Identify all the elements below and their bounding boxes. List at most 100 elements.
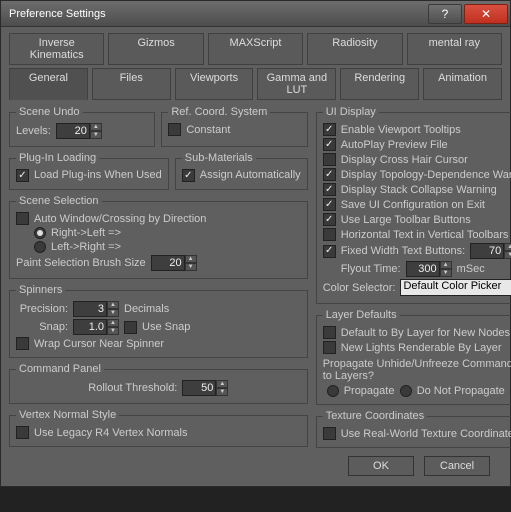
tab-maxscript[interactable]: MAXScript bbox=[208, 33, 303, 65]
flyout-input[interactable] bbox=[406, 261, 440, 277]
cancel-button[interactable]: Cancel bbox=[424, 456, 490, 476]
decimals-label: Decimals bbox=[124, 303, 169, 315]
rollout-label: Rollout Threshold: bbox=[88, 382, 177, 394]
legend-scene-undo: Scene Undo bbox=[16, 106, 83, 118]
use-snap-label: Use Snap bbox=[142, 321, 190, 333]
load-plugins-checkbox[interactable] bbox=[16, 169, 29, 182]
rollout-input[interactable] bbox=[182, 380, 216, 396]
snap-input[interactable] bbox=[73, 319, 107, 335]
right-left-radio[interactable] bbox=[34, 227, 46, 239]
wrap-cursor-checkbox[interactable] bbox=[16, 337, 29, 350]
group-texture-coords: Texture Coordinates Use Real-World Textu… bbox=[316, 410, 511, 448]
real-world-checkbox[interactable] bbox=[323, 427, 336, 440]
group-plugin-loading: Plug-In Loading Load Plug-ins When Used bbox=[9, 152, 169, 190]
tab-rendering[interactable]: Rendering bbox=[340, 68, 419, 100]
assign-auto-label: Assign Automatically bbox=[200, 169, 301, 181]
legacy-normals-checkbox[interactable] bbox=[16, 426, 29, 439]
propagate-label: Propagate bbox=[344, 385, 395, 397]
assign-auto-checkbox[interactable] bbox=[182, 169, 195, 182]
button-bar: OK Cancel bbox=[9, 448, 502, 476]
tab-viewports[interactable]: Viewports bbox=[175, 68, 254, 100]
tab-gizmos[interactable]: Gizmos bbox=[108, 33, 203, 65]
large-toolbar-label: Use Large Toolbar Buttons bbox=[341, 214, 471, 226]
group-layer-defaults: Layer Defaults Default to By Layer for N… bbox=[316, 309, 511, 405]
auto-window-label: Auto Window/Crossing by Direction bbox=[34, 213, 206, 225]
fixed-width-label: Fixed Width Text Buttons: bbox=[341, 245, 466, 257]
propagate-text-1: Propagate Unhide/Unfreeze Commands bbox=[323, 358, 511, 370]
horiz-text-label: Horizontal Text in Vertical Toolbars bbox=[341, 229, 509, 241]
legend-plugin-loading: Plug-In Loading bbox=[16, 152, 99, 164]
precision-input[interactable] bbox=[73, 301, 107, 317]
load-plugins-label: Load Plug-ins When Used bbox=[34, 169, 162, 181]
propagate-text-2: to Layers? bbox=[323, 370, 511, 382]
tab-general[interactable]: General bbox=[9, 68, 88, 100]
group-command-panel: Command Panel Rollout Threshold: ▲▼ bbox=[9, 363, 308, 404]
lights-bylayer-label: New Lights Renderable By Layer bbox=[341, 342, 502, 354]
tab-inverse-kinematics[interactable]: Inverse Kinematics bbox=[9, 33, 104, 65]
legend-command-panel: Command Panel bbox=[16, 363, 104, 375]
rollout-spinner[interactable]: ▲▼ bbox=[182, 380, 228, 396]
group-vertex-normal: Vertex Normal Style Use Legacy R4 Vertex… bbox=[9, 409, 308, 447]
levels-input[interactable] bbox=[56, 123, 90, 139]
preferences-window: Preference Settings ? ✕ Inverse Kinemati… bbox=[0, 0, 511, 487]
do-not-propagate-radio[interactable] bbox=[400, 385, 412, 397]
tooltips-label: Enable Viewport Tooltips bbox=[341, 124, 461, 136]
snap-spinner[interactable]: ▲▼ bbox=[73, 319, 119, 335]
horiz-text-checkbox[interactable] bbox=[323, 228, 336, 241]
tab-animation[interactable]: Animation bbox=[423, 68, 502, 100]
do-not-propagate-label: Do Not Propagate bbox=[417, 385, 505, 397]
group-scene-selection: Scene Selection Auto Window/Crossing by … bbox=[9, 195, 308, 279]
levels-label: Levels: bbox=[16, 125, 51, 137]
tab-mental-ray[interactable]: mental ray bbox=[407, 33, 502, 65]
levels-spinner[interactable]: ▲▼ bbox=[56, 123, 102, 139]
msec-label: mSec bbox=[457, 263, 485, 275]
client-area: Inverse Kinematics Gizmos MAXScript Radi… bbox=[1, 27, 510, 486]
left-right-radio[interactable] bbox=[34, 241, 46, 253]
tab-radiosity[interactable]: Radiosity bbox=[307, 33, 402, 65]
legend-scene-selection: Scene Selection bbox=[16, 195, 102, 207]
flyout-spinner[interactable]: ▲▼ bbox=[406, 261, 452, 277]
ok-button[interactable]: OK bbox=[348, 456, 414, 476]
saveui-checkbox[interactable] bbox=[323, 198, 336, 211]
autoplay-checkbox[interactable] bbox=[323, 138, 336, 151]
tab-row-top: Inverse Kinematics Gizmos MAXScript Radi… bbox=[9, 33, 502, 65]
constant-label: Constant bbox=[186, 124, 230, 136]
color-selector-value: Default Color Picker bbox=[403, 280, 501, 292]
use-snap-checkbox[interactable] bbox=[124, 321, 137, 334]
bylayer-label: Default to By Layer for New Nodes bbox=[341, 327, 510, 339]
snap-label: Snap: bbox=[16, 321, 68, 333]
saveui-label: Save UI Configuration on Exit bbox=[341, 199, 485, 211]
tab-gamma-lut[interactable]: Gamma and LUT bbox=[257, 68, 336, 100]
crosshair-label: Display Cross Hair Cursor bbox=[341, 154, 468, 166]
tab-files[interactable]: Files bbox=[92, 68, 171, 100]
fixed-width-checkbox[interactable] bbox=[323, 245, 336, 258]
legend-texture-coords: Texture Coordinates bbox=[323, 410, 427, 422]
help-button[interactable]: ? bbox=[428, 4, 462, 24]
brush-size-spinner[interactable]: ▲▼ bbox=[151, 255, 197, 271]
lights-bylayer-checkbox[interactable] bbox=[323, 341, 336, 354]
autoplay-label: AutoPlay Preview File bbox=[341, 139, 448, 151]
bylayer-checkbox[interactable] bbox=[323, 326, 336, 339]
precision-spinner[interactable]: ▲▼ bbox=[73, 301, 119, 317]
legend-layer-defaults: Layer Defaults bbox=[323, 309, 400, 321]
group-ref-coord: Ref. Coord. System Constant bbox=[161, 106, 307, 147]
fixed-width-input[interactable] bbox=[470, 243, 504, 259]
precision-label: Precision: bbox=[16, 303, 68, 315]
titlebar[interactable]: Preference Settings ? ✕ bbox=[1, 1, 510, 27]
legend-ref-coord: Ref. Coord. System bbox=[168, 106, 270, 118]
fixed-width-spinner[interactable]: ▲▼ bbox=[470, 243, 511, 259]
crosshair-checkbox[interactable] bbox=[323, 153, 336, 166]
tooltips-checkbox[interactable] bbox=[323, 123, 336, 136]
constant-checkbox[interactable] bbox=[168, 123, 181, 136]
large-toolbar-checkbox[interactable] bbox=[323, 213, 336, 226]
topo-checkbox[interactable] bbox=[323, 168, 336, 181]
brush-size-input[interactable] bbox=[151, 255, 185, 271]
close-button[interactable]: ✕ bbox=[464, 4, 508, 24]
color-selector-dropdown[interactable]: Default Color Picker▾ bbox=[400, 279, 511, 296]
tab-row-bottom: General Files Viewports Gamma and LUT Re… bbox=[9, 68, 502, 100]
left-right-label: Left->Right => bbox=[51, 241, 121, 253]
stack-checkbox[interactable] bbox=[323, 183, 336, 196]
propagate-radio[interactable] bbox=[327, 385, 339, 397]
auto-window-checkbox[interactable] bbox=[16, 212, 29, 225]
legend-vertex-normal: Vertex Normal Style bbox=[16, 409, 119, 421]
